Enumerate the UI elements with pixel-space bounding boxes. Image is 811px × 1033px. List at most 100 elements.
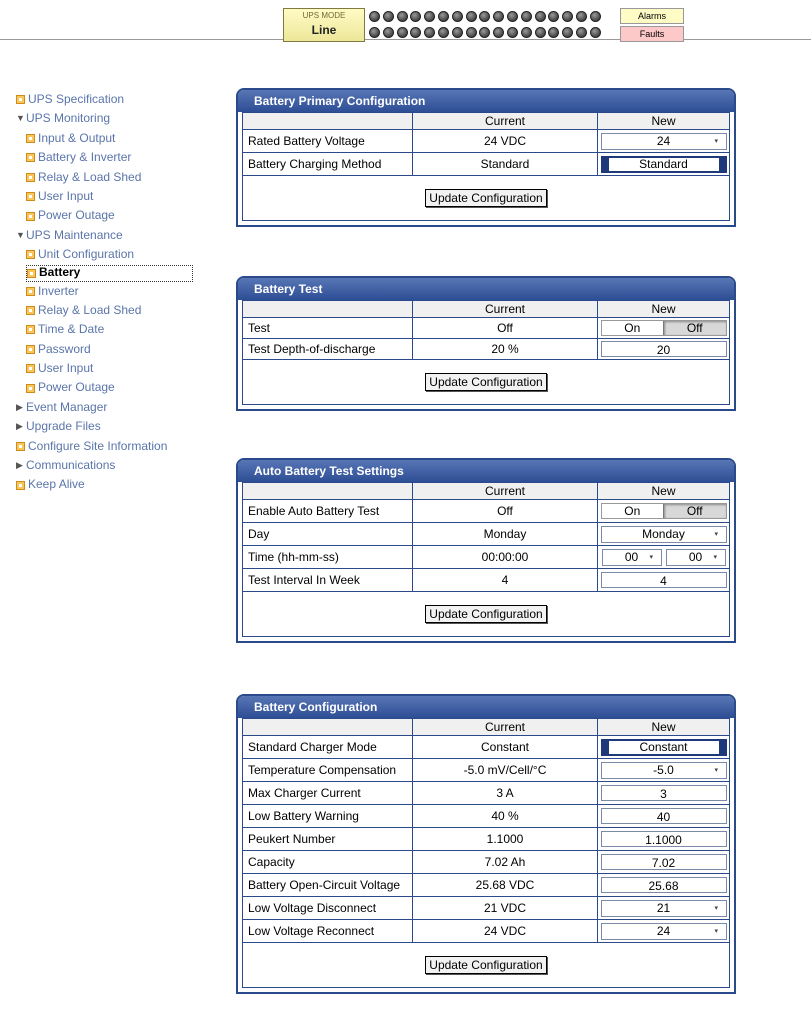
alarms-indicator[interactable]: Alarms: [620, 8, 684, 24]
status-led: [465, 10, 477, 22]
sidebar-item[interactable]: Unit Configuration: [16, 245, 193, 264]
sidebar-item[interactable]: Relay & Load Shed: [16, 301, 193, 320]
chevron-down-icon: ▾: [714, 927, 719, 935]
col-current: Current: [413, 301, 598, 317]
day-select[interactable]: Monday ▾: [600, 525, 727, 543]
rated-voltage-select[interactable]: 24 ▾: [600, 132, 727, 150]
toggle-off[interactable]: Off: [663, 321, 726, 335]
table-row: Enable Auto Battery Test Off On Off: [243, 500, 729, 523]
sidebar-item[interactable]: ▶ Event Manager: [16, 398, 193, 417]
status-led: [493, 26, 505, 38]
chevron-down-icon: ▾: [714, 743, 719, 751]
table-row: Battery Charging Method Standard Standar…: [243, 153, 729, 176]
sidebar-item[interactable]: Relay & Load Shed: [16, 168, 193, 187]
page-icon: [26, 250, 35, 260]
row-current: Off: [413, 318, 598, 338]
update-configuration-button[interactable]: Update Configuration: [425, 956, 547, 974]
sidebar-item[interactable]: UPS Specification: [16, 90, 193, 109]
peukert-input[interactable]: 1.1000: [600, 831, 727, 847]
sidebar-item[interactable]: ▼ UPS Monitoring: [16, 109, 193, 128]
sidebar-item[interactable]: Password: [16, 340, 193, 359]
charger-mode-select[interactable]: Constant ▾: [600, 738, 727, 756]
row-current: Monday: [413, 523, 598, 545]
table-row: Day Monday Monday ▾: [243, 523, 729, 546]
sidebar-item[interactable]: ▼ UPS Maintenance: [16, 226, 193, 245]
row-label: Low Voltage Reconnect: [243, 920, 413, 942]
sidebar-item[interactable]: User Input: [16, 359, 193, 378]
row-current: Standard: [413, 153, 598, 175]
sidebar-item[interactable]: Time & Date: [16, 320, 193, 339]
ups-mode-value: Line: [311, 23, 337, 37]
test-toggle[interactable]: On Off: [600, 320, 727, 336]
sidebar-item[interactable]: Power Outage: [16, 206, 193, 225]
capacity-input[interactable]: 7.02: [600, 854, 727, 870]
status-led: [369, 26, 380, 38]
panel-title: Battery Test: [238, 278, 734, 300]
interval-input[interactable]: 4: [600, 572, 727, 588]
charging-method-select[interactable]: Standard ▾: [600, 155, 727, 173]
page-icon: [26, 383, 35, 393]
status-led: [562, 10, 574, 22]
chevron-down-icon: ▾: [714, 766, 719, 774]
col-new: New: [651, 720, 676, 734]
table-header: Current New: [243, 483, 729, 500]
status-led: [575, 10, 587, 22]
table-header: Current New: [243, 113, 729, 130]
sidebar-item[interactable]: Configure Site Information: [16, 437, 193, 456]
row-current: 20 %: [413, 339, 598, 359]
sidebar-item[interactable]: Battery: [26, 264, 193, 282]
sidebar-item[interactable]: User Input: [16, 187, 193, 206]
sidebar-item-label: Upgrade Files: [26, 419, 101, 434]
update-configuration-button[interactable]: Update Configuration: [425, 605, 547, 623]
col-current: Current: [413, 483, 598, 499]
row-current: -5.0 mV/Cell/°C: [413, 759, 598, 781]
row-current: 3 A: [413, 782, 598, 804]
chevron-down-icon: ▾: [714, 137, 719, 145]
sidebar-item[interactable]: Battery & Inverter: [16, 148, 193, 167]
sidebar-item[interactable]: Inverter: [16, 282, 193, 301]
chevron-down-icon: ▼: [16, 229, 25, 240]
page-icon: [26, 286, 35, 296]
sidebar-item[interactable]: Power Outage: [16, 378, 193, 397]
row-label: Day: [243, 523, 413, 545]
sidebar-item[interactable]: ▶ Upgrade Files: [16, 417, 193, 436]
led-panel: [365, 8, 620, 46]
depth-input[interactable]: 20: [600, 341, 727, 357]
update-configuration-button[interactable]: Update Configuration: [425, 189, 547, 207]
toggle-on[interactable]: On: [602, 321, 664, 335]
sidebar-item[interactable]: Input & Output: [16, 129, 193, 148]
hour-select[interactable]: 00 ▾: [601, 548, 662, 566]
row-label: Test: [243, 318, 413, 338]
table-row: Standard Charger Mode Constant Constant ▾: [243, 736, 729, 759]
minute-select[interactable]: 00 ▾: [665, 548, 726, 566]
lv-reconnect-select[interactable]: 24 ▾: [600, 922, 727, 940]
table-row: Test Interval In Week 4 4: [243, 569, 729, 592]
status-led: [424, 26, 436, 38]
status-led: [396, 10, 408, 22]
temp-comp-select[interactable]: -5.0 ▾: [600, 761, 727, 779]
page-icon: [26, 192, 35, 202]
col-new: New: [651, 302, 676, 316]
auto-test-toggle[interactable]: On Off: [600, 503, 727, 519]
sidebar-item-label: Relay & Load Shed: [38, 169, 142, 184]
low-warning-input[interactable]: 40: [600, 808, 727, 824]
toggle-off[interactable]: Off: [663, 504, 726, 518]
toggle-on[interactable]: On: [602, 504, 664, 518]
status-led: [410, 26, 422, 38]
auto-battery-test-panel: Auto Battery Test Settings Current New E…: [236, 458, 736, 643]
status-led: [575, 26, 587, 38]
lv-disconnect-select[interactable]: 21 ▾: [600, 899, 727, 917]
page-icon: [27, 268, 36, 278]
update-configuration-button[interactable]: Update Configuration: [425, 373, 547, 391]
sidebar-item-label: UPS Monitoring: [26, 111, 111, 126]
page-icon: [26, 344, 35, 354]
faults-indicator[interactable]: Faults: [620, 26, 684, 42]
row-label: Capacity: [243, 851, 413, 873]
sidebar-item[interactable]: ▶ Communications: [16, 456, 193, 475]
row-label: Low Voltage Disconnect: [243, 897, 413, 919]
ocv-input[interactable]: 25.68: [600, 877, 727, 893]
chevron-right-icon: ▶: [16, 460, 23, 471]
max-current-input[interactable]: 3: [600, 785, 727, 801]
sidebar-item[interactable]: Keep Alive: [16, 475, 193, 494]
sidebar-item-label: Input & Output: [38, 130, 116, 145]
